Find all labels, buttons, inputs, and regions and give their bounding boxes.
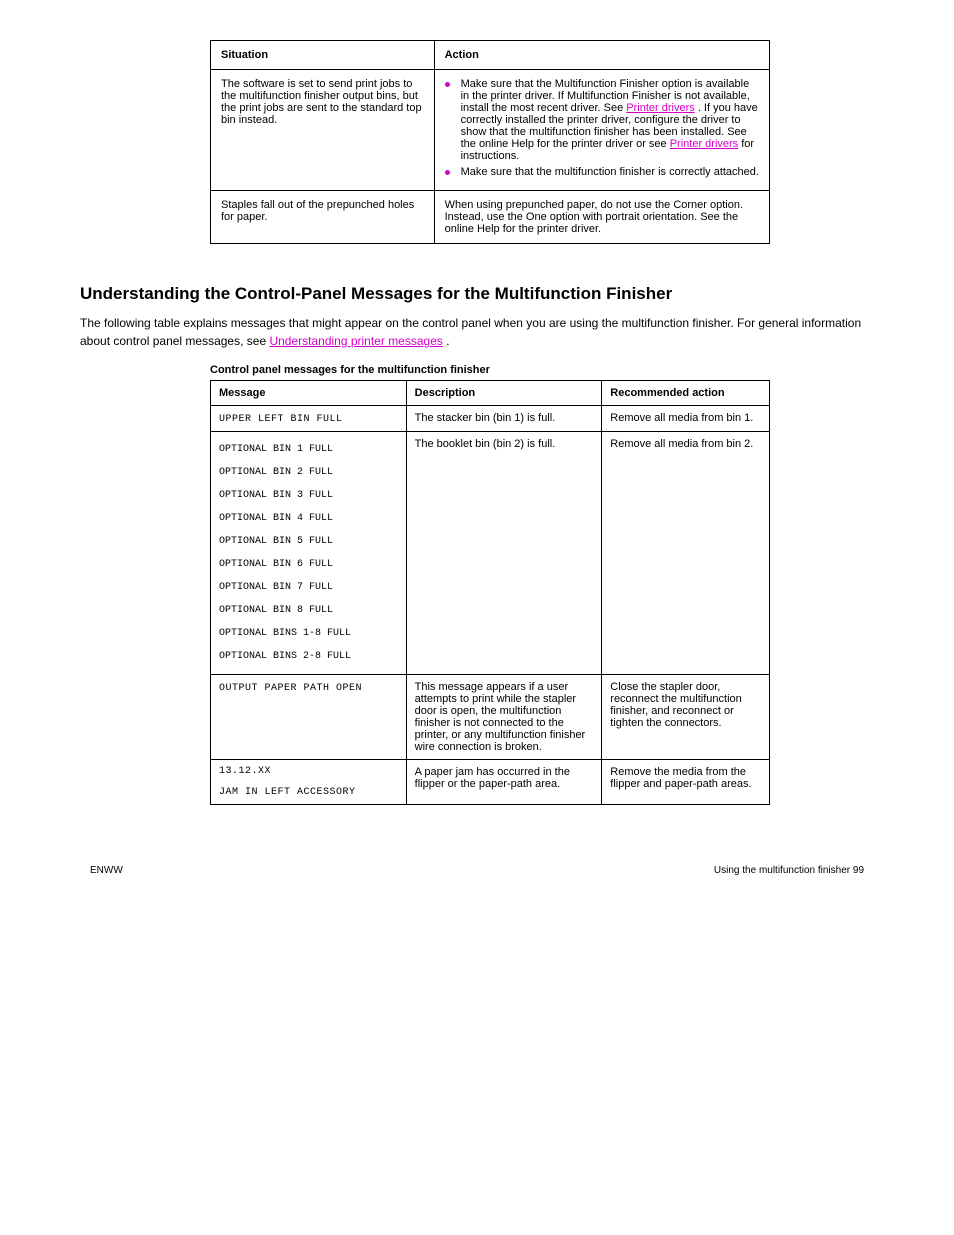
act-jam: Remove the media from the flipper and pa… <box>602 760 770 805</box>
table-row: OPTIONAL BIN 1 FULLOPTIONAL BIN 2 FULLOP… <box>211 432 770 675</box>
t1-r1-situation: The software is set to send print jobs t… <box>211 70 435 191</box>
act-upper-left: Remove all media from bin 1. <box>602 406 770 432</box>
section-heading: Understanding the Control-Panel Messages… <box>80 284 874 304</box>
table2-caption: Control panel messages for the multifunc… <box>210 364 874 376</box>
table-row: The software is set to send print jobs t… <box>211 70 770 191</box>
t1-r1-bullet1: Make sure that the Multifunction Finishe… <box>445 78 759 162</box>
intro-paragraph: The following table explains messages th… <box>80 314 874 350</box>
msg-upper-left: UPPER LEFT BIN FULL <box>219 414 343 425</box>
footer-right: Using the multifunction finisher 99 <box>714 865 864 876</box>
desc-output-path: This message appears if a user attempts … <box>406 675 602 760</box>
desc-optional-bins: The booklet bin (bin 2) is full. <box>406 432 602 675</box>
act-optional-bins: Remove all media from bin 2. <box>602 432 770 675</box>
msg-output-path: OUTPUT PAPER PATH OPEN <box>219 683 362 694</box>
page-footer: ENWW Using the multifunction finisher 99 <box>80 865 874 876</box>
situation-action-table: Situation Action The software is set to … <box>210 40 770 244</box>
act-output-path: Close the stapler door, reconnect the mu… <box>602 675 770 760</box>
understanding-messages-link[interactable]: Understanding printer messages <box>269 334 442 348</box>
t1-header-action: Action <box>434 41 769 70</box>
desc-jam: A paper jam has occurred in the flipper … <box>406 760 602 805</box>
table-row: 13.12.XX JAM IN LEFT ACCESSORY A paper j… <box>211 760 770 805</box>
t2-h-action: Recommended action <box>602 381 770 406</box>
desc-upper-left: The stacker bin (bin 1) is full. <box>406 406 602 432</box>
t1-r2-situation: Staples fall out of the prepunched holes… <box>211 191 435 244</box>
t1-r1-bullet2: Make sure that the multifunction finishe… <box>445 166 759 178</box>
msg-jam-text: JAM IN LEFT ACCESSORY <box>219 787 398 798</box>
t1-header-situation: Situation <box>211 41 435 70</box>
footer-left: ENWW <box>90 865 123 876</box>
table-row: UPPER LEFT BIN FULL The stacker bin (bin… <box>211 406 770 432</box>
t1-r1-action: Make sure that the Multifunction Finishe… <box>434 70 769 191</box>
printer-drivers-link-1[interactable]: Printer drivers <box>626 102 694 114</box>
control-panel-messages-table: Message Description Recommended action U… <box>210 380 770 805</box>
intro-text: The following table explains messages th… <box>80 316 861 348</box>
t1-r2-action: When using prepunched paper, do not use … <box>434 191 769 244</box>
t2-h-message: Message <box>211 381 407 406</box>
msg-optional-bins: OPTIONAL BIN 1 FULLOPTIONAL BIN 2 FULLOP… <box>219 438 398 668</box>
printer-drivers-link-2[interactable]: Printer drivers <box>670 138 738 150</box>
t2-h-description: Description <box>406 381 602 406</box>
msg-jam-code: 13.12.XX <box>219 766 398 777</box>
intro-tail: . <box>446 334 449 348</box>
table-row: OUTPUT PAPER PATH OPEN This message appe… <box>211 675 770 760</box>
table-row: Staples fall out of the prepunched holes… <box>211 191 770 244</box>
